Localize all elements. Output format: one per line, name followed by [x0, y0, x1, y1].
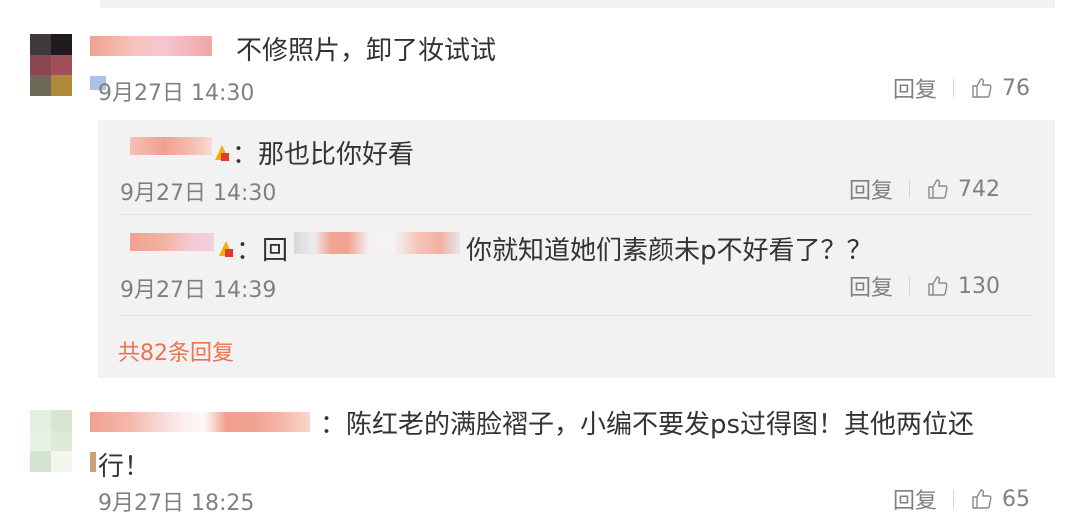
comment-text: 不修照片，卸了妆试试 — [236, 36, 497, 66]
like-count: 742 — [958, 176, 1001, 202]
comment-text: ：陈红老的满脸褶子，小编不要发ps过得图！其他两位还 — [320, 410, 975, 440]
previous-reply-box-edge — [100, 0, 1055, 8]
like-count: 65 — [1002, 486, 1031, 512]
thumbs-up-icon[interactable] — [970, 487, 994, 511]
username-blurred[interactable] — [90, 36, 212, 56]
thumbs-up-icon[interactable] — [970, 76, 994, 100]
thumbs-up-icon[interactable] — [926, 177, 950, 201]
comment-time: 9月27日 14:30 — [98, 81, 255, 106]
reply-prefix: ：回 — [236, 236, 289, 266]
comment-text-continued: 行！ — [98, 452, 151, 482]
divider — [909, 180, 911, 198]
reply-username-blurred[interactable] — [130, 137, 212, 155]
reply-actions: 回复 130 — [849, 270, 1000, 302]
comment-actions: 回复 76 — [893, 72, 1030, 104]
reply-time: 9月27日 14:39 — [120, 278, 277, 303]
reply-button[interactable]: 回复 — [893, 483, 937, 515]
badge-icon — [215, 145, 229, 161]
reply-button[interactable]: 回复 — [893, 72, 937, 104]
mention-blurred[interactable] — [294, 232, 460, 254]
reply-time: 9月27日 14:30 — [120, 181, 277, 206]
reply-actions: 回复 742 — [849, 173, 1000, 205]
reply-divider — [120, 214, 1032, 215]
reply-text: ：那也比你好看 — [232, 140, 415, 170]
badge-blurred — [90, 452, 96, 472]
thumbs-up-icon[interactable] — [926, 274, 950, 298]
divider — [909, 277, 911, 295]
avatar[interactable] — [30, 410, 72, 472]
reply-divider — [120, 315, 1032, 316]
avatar[interactable] — [30, 34, 72, 96]
more-replies-link[interactable]: 共82条回复 — [118, 335, 234, 367]
like-count: 130 — [958, 273, 1001, 299]
comment-time: 9月27日 18:25 — [98, 491, 255, 516]
divider — [953, 490, 955, 508]
reply-username-blurred[interactable] — [130, 233, 214, 251]
divider — [953, 79, 955, 97]
comment-actions: 回复 65 — [893, 483, 1030, 515]
reply-button[interactable]: 回复 — [849, 173, 893, 205]
badge-icon — [219, 241, 233, 257]
reply-text: 你就知道她们素颜未p不好看了？？ — [466, 236, 873, 266]
like-count: 76 — [1002, 75, 1031, 101]
reply-button[interactable]: 回复 — [849, 270, 893, 302]
username-blurred[interactable] — [90, 412, 310, 432]
